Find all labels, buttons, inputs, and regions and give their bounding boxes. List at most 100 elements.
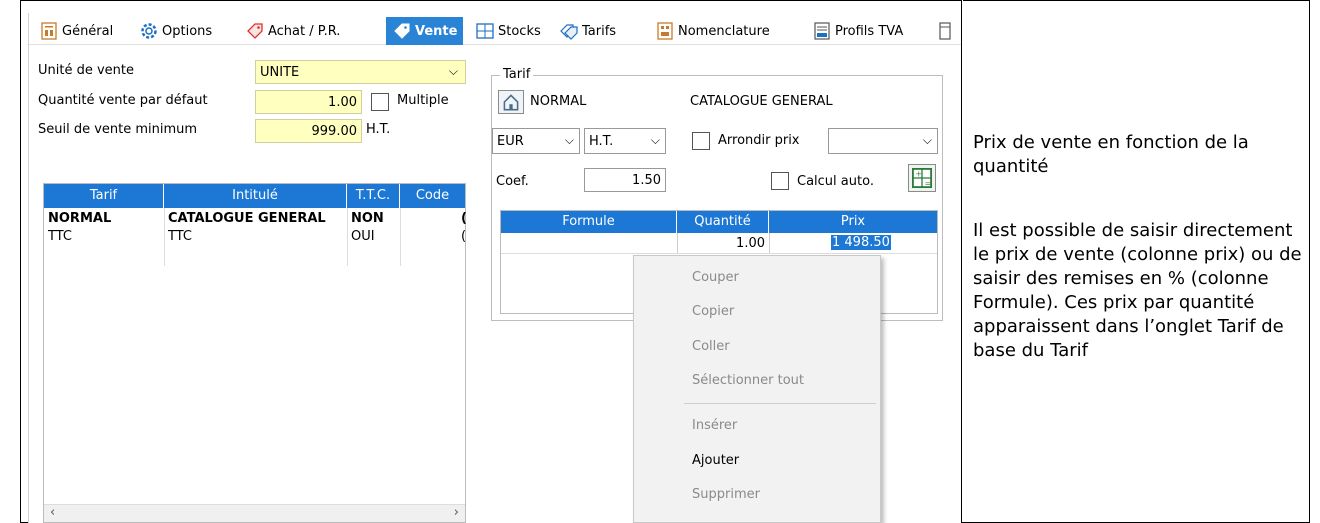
tab-stocks[interactable]: Stocks bbox=[475, 17, 541, 45]
cell-quantite: 1.00 bbox=[736, 236, 765, 251]
tab-vente[interactable]: Vente bbox=[386, 17, 464, 45]
cell-prix-editing[interactable]: 1 498.50 bbox=[831, 235, 891, 250]
tab-options[interactable]: Options bbox=[139, 17, 212, 45]
chevron-down-icon: ⌵ bbox=[448, 64, 458, 78]
qte-vente-input[interactable]: 1.00 bbox=[255, 90, 362, 114]
tax-mode-value: H.T. bbox=[589, 133, 614, 149]
currency-value: EUR bbox=[497, 133, 524, 149]
column-divider bbox=[400, 208, 401, 266]
col-prix-header[interactable]: Prix bbox=[769, 211, 937, 233]
tarif-group-title: Tarif bbox=[500, 67, 534, 82]
col-code-header[interactable]: Code bbox=[400, 184, 465, 208]
unite-vente-value: UNITE bbox=[260, 64, 300, 80]
column-divider bbox=[677, 233, 678, 253]
col-ttc-header[interactable]: T.T.C. bbox=[347, 184, 400, 208]
seuil-vente-label: Seuil de vente minimum bbox=[38, 122, 198, 137]
menu-item-couper[interactable]: Couper bbox=[692, 270, 739, 285]
nomenclature-icon bbox=[657, 22, 673, 40]
tarifs-grid[interactable]: Tarif Intitulé T.T.C. Code NORMAL CATALO… bbox=[43, 183, 467, 523]
scroll-left-icon[interactable]: ‹ bbox=[50, 505, 55, 520]
stocks-icon bbox=[476, 23, 494, 39]
coef-input[interactable]: 1.50 bbox=[584, 168, 666, 192]
chevron-down-icon: ⌵ bbox=[650, 133, 660, 147]
screenshot-cell: Général Options Achat / P.R. Vente Stock… bbox=[21, 0, 962, 523]
gear-icon bbox=[141, 23, 157, 39]
unite-vente-select[interactable]: UNITE ⌵ bbox=[255, 60, 466, 84]
qte-vente-label: Quantité vente par défaut bbox=[38, 93, 208, 108]
svg-text:+: + bbox=[916, 170, 923, 179]
horizontal-scrollbar[interactable]: ‹ › bbox=[44, 504, 465, 522]
arrondir-label: Arrondir prix bbox=[718, 133, 800, 148]
calculator-icon: += bbox=[911, 167, 933, 189]
multiple-label: Multiple bbox=[397, 93, 449, 108]
unite-vente-label: Unité de vente bbox=[38, 63, 135, 78]
note-title: Prix de vente en fonction de la quantité bbox=[973, 132, 1249, 177]
table-row[interactable]: 1.00 1 498.50 bbox=[501, 234, 937, 252]
arrondir-checkbox[interactable] bbox=[692, 132, 710, 150]
menu-item-coller[interactable]: Coller bbox=[692, 339, 730, 354]
tarif-home-button[interactable] bbox=[498, 90, 524, 114]
tarifs-grid-header: Tarif Intitulé T.T.C. Code bbox=[44, 184, 465, 208]
purchase-tag-icon bbox=[247, 23, 263, 39]
article-window: Général Options Achat / P.R. Vente Stock… bbox=[28, 13, 961, 523]
tab-nomenclature[interactable]: Nomenclature bbox=[655, 17, 770, 45]
tab-tarifs-label: Tarifs bbox=[582, 23, 617, 39]
multiple-checkbox[interactable] bbox=[371, 93, 389, 111]
svg-text:=: = bbox=[925, 179, 932, 188]
tab-general-label: Général bbox=[62, 23, 114, 39]
tab-tarifs[interactable]: Tarifs bbox=[559, 17, 616, 45]
col-intitule-header[interactable]: Intitulé bbox=[164, 184, 347, 208]
cell-ttc: NON bbox=[351, 211, 384, 226]
chevron-down-icon: ⌵ bbox=[922, 133, 932, 147]
document-table: Général Options Achat / P.R. Vente Stock… bbox=[20, 0, 1310, 523]
seuil-vente-input[interactable]: 999.00 bbox=[255, 119, 362, 143]
tab-profils-tva[interactable]: Profils TVA bbox=[812, 17, 903, 45]
column-divider bbox=[769, 233, 770, 253]
calculator-button[interactable]: + = bbox=[908, 164, 936, 192]
cell-tarif: TTC bbox=[48, 229, 72, 244]
calcul-auto-checkbox[interactable] bbox=[771, 172, 789, 190]
menu-item-inserer[interactable]: Insérer bbox=[692, 418, 737, 433]
menu-item-supprimer[interactable]: Supprimer bbox=[692, 487, 760, 502]
tab-overflow[interactable] bbox=[937, 17, 960, 45]
cell-code: ( bbox=[461, 229, 467, 244]
menu-item-ajouter[interactable]: Ajouter bbox=[692, 453, 739, 468]
row-divider bbox=[501, 253, 937, 254]
tarif-catalogue: CATALOGUE GENERAL bbox=[690, 94, 833, 109]
col-quantite-header[interactable]: Quantité bbox=[677, 211, 769, 233]
scroll-right-icon[interactable]: › bbox=[454, 505, 459, 520]
currency-select[interactable]: EUR ⌵ bbox=[492, 128, 580, 154]
context-menu: Couper Copier Coller Sélectionner tout I… bbox=[633, 255, 881, 523]
tab-nomenclature-label: Nomenclature bbox=[678, 23, 770, 39]
column-divider bbox=[164, 208, 165, 266]
price-grid-header: Formule Quantité Prix bbox=[501, 211, 937, 233]
description-cell: Prix de vente en fonction de la quantité… bbox=[963, 0, 1310, 523]
menu-item-select-all[interactable]: Sélectionner tout bbox=[692, 373, 804, 388]
tab-achat[interactable]: Achat / P.R. bbox=[245, 17, 340, 45]
tab-vente-label: Vente bbox=[415, 23, 458, 39]
tva-icon bbox=[814, 22, 830, 40]
tax-mode-select[interactable]: H.T. ⌵ bbox=[584, 128, 666, 154]
tab-profils-tva-label: Profils TVA bbox=[835, 23, 904, 39]
partial-tab-icon bbox=[939, 22, 951, 40]
coef-label: Coef. bbox=[496, 174, 529, 189]
sale-tag-icon bbox=[394, 23, 410, 39]
column-divider bbox=[347, 208, 348, 266]
cell-tarif: NORMAL bbox=[48, 211, 112, 226]
note-body: Il est possible de saisir directement le… bbox=[973, 220, 1302, 361]
general-icon bbox=[41, 22, 57, 40]
arrondir-select[interactable]: ⌵ bbox=[828, 128, 938, 154]
tab-bar: Général Options Achat / P.R. Vente Stock… bbox=[29, 13, 961, 45]
col-formule-header[interactable]: Formule bbox=[501, 211, 677, 233]
tab-general[interactable]: Général bbox=[39, 17, 113, 45]
cell-intitule: CATALOGUE GENERAL bbox=[168, 211, 326, 226]
tab-options-label: Options bbox=[162, 23, 213, 39]
tarifs-icon bbox=[560, 24, 578, 40]
cell-intitule: TTC bbox=[168, 229, 192, 244]
seuil-suffix: H.T. bbox=[366, 122, 391, 137]
menu-item-copier[interactable]: Copier bbox=[692, 304, 734, 319]
table-row[interactable]: NORMAL CATALOGUE GENERAL NON ( bbox=[44, 210, 467, 228]
tab-stocks-label: Stocks bbox=[498, 23, 541, 39]
table-row[interactable]: TTC TTC OUI ( bbox=[44, 228, 467, 246]
col-tarif-header[interactable]: Tarif bbox=[44, 184, 164, 208]
